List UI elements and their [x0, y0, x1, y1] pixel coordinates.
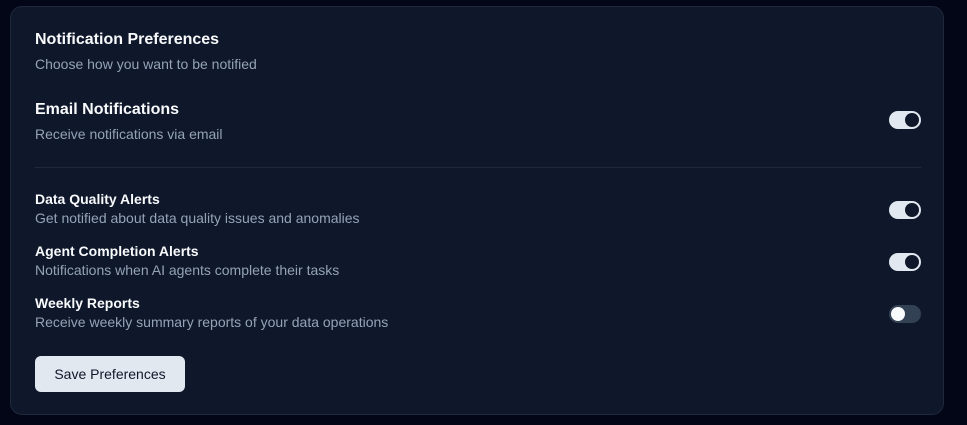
toggle-knob	[891, 307, 905, 321]
card-subtitle: Choose how you want to be notified	[35, 56, 257, 72]
weekly-reports-description: Receive weekly summary reports of your d…	[35, 314, 389, 330]
weekly-reports-title: Weekly Reports	[35, 295, 140, 311]
data-quality-alerts-title: Data Quality Alerts	[35, 191, 160, 207]
email-notifications-toggle[interactable]	[889, 111, 921, 129]
card-title: Notification Preferences	[35, 31, 220, 48]
data-quality-alerts-description: Get notified about data quality issues a…	[35, 210, 360, 226]
email-notifications-description: Receive notifications via email	[35, 126, 223, 142]
weekly-reports-toggle[interactable]	[889, 305, 921, 323]
save-preferences-button[interactable]: Save Preferences	[35, 356, 185, 392]
email-notifications-title: Email Notifications	[35, 101, 180, 118]
agent-completion-alerts-title: Agent Completion Alerts	[35, 243, 199, 259]
toggle-knob	[905, 203, 919, 217]
toggle-knob	[905, 255, 919, 269]
agent-completion-alerts-description: Notifications when AI agents complete th…	[35, 262, 340, 278]
toggle-knob	[905, 113, 919, 127]
data-quality-alerts-toggle[interactable]	[889, 201, 921, 219]
notification-preferences-card: Notification Preferences Choose how you …	[10, 6, 944, 415]
section-divider	[35, 167, 921, 168]
agent-completion-alerts-toggle[interactable]	[889, 253, 921, 271]
